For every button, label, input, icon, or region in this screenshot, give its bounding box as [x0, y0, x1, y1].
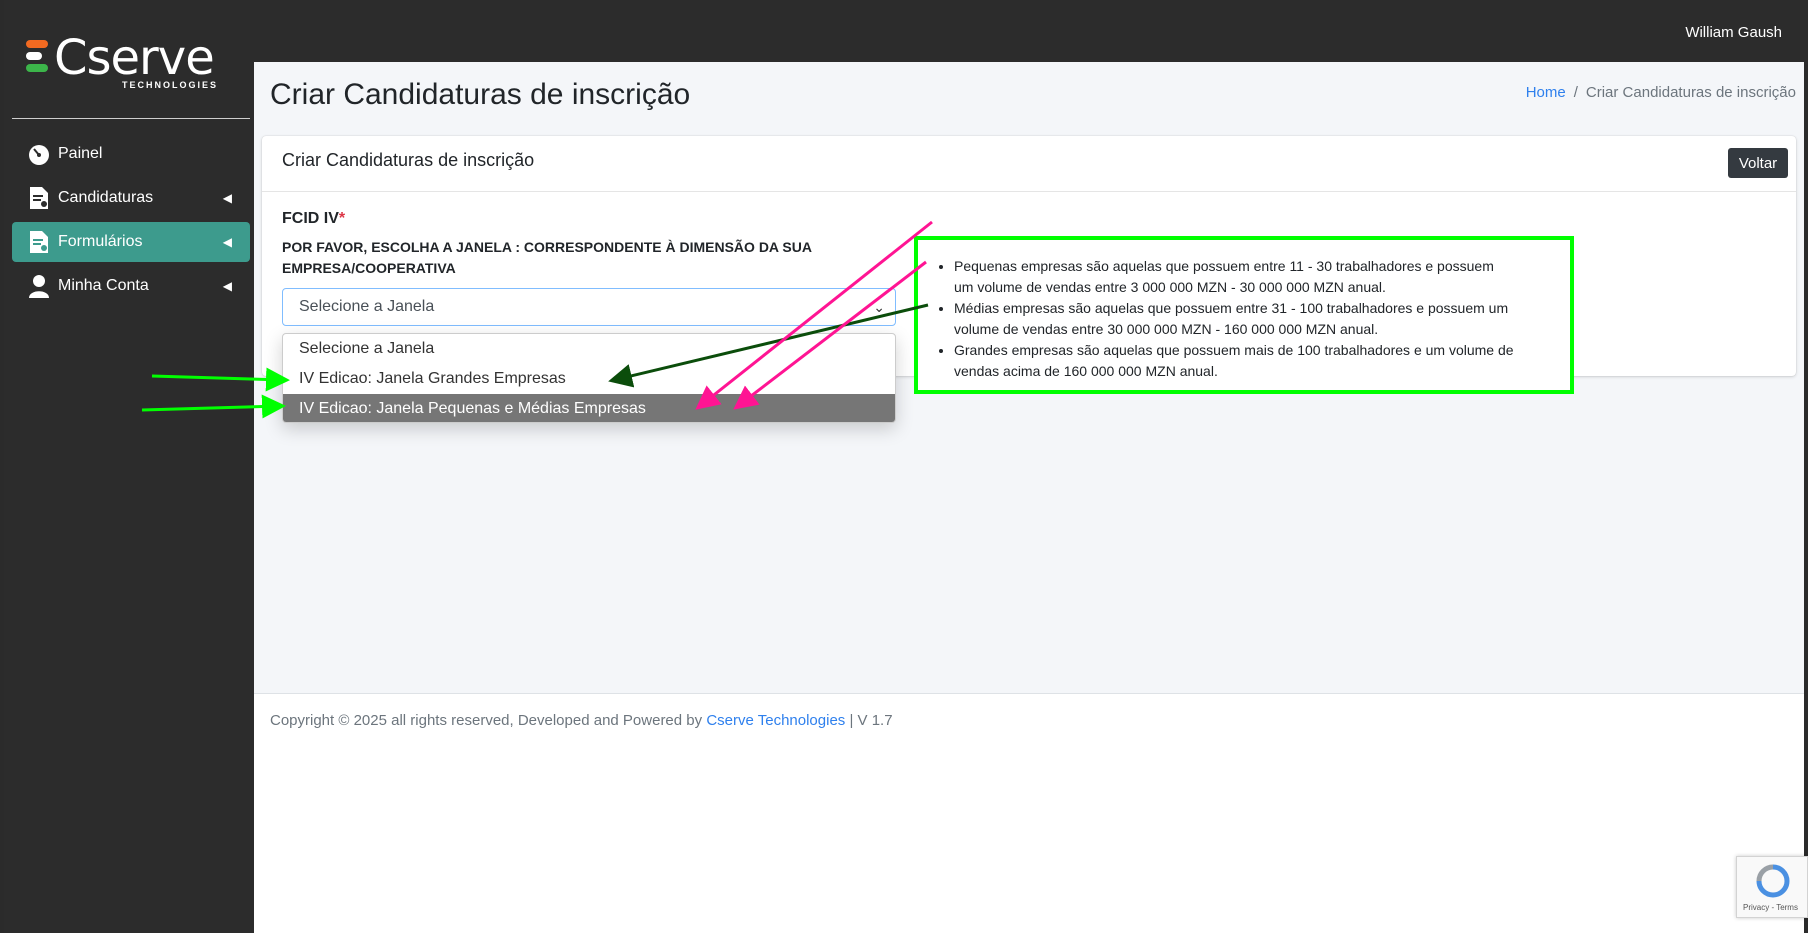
- sidebar-item-label: Formulários: [58, 233, 143, 250]
- brand-logo[interactable]: Cserve TECHNOLOGIES: [22, 30, 222, 96]
- recaptcha-links: Privacy - Terms: [1743, 903, 1798, 912]
- footer: Copyright © 2025 all rights reserved, De…: [254, 693, 1804, 933]
- sidebar-item-label: Candidaturas: [58, 189, 154, 206]
- top-navbar: William Gaush: [254, 0, 1808, 62]
- sidebar-item-label: Minha Conta: [58, 277, 149, 294]
- recaptcha-icon: [1756, 864, 1790, 898]
- footer-prefix: Copyright © 2025 all rights reserved, De…: [270, 712, 703, 729]
- document-user-icon: [28, 230, 50, 254]
- recaptcha-badge[interactable]: Privacy - Terms: [1736, 856, 1808, 918]
- select-value: Selecione a Janela: [299, 298, 435, 315]
- logo-bars: [26, 40, 52, 80]
- breadcrumb-current: Criar Candidaturas de inscrição: [1585, 84, 1796, 101]
- logo-subtext: TECHNOLOGIES: [122, 80, 219, 90]
- breadcrumb: Home / Criar Candidaturas de inscrição: [1526, 84, 1796, 101]
- dropdown-option-highlighted[interactable]: IV Edicao: Janela Pequenas e Médias Empr…: [283, 394, 895, 422]
- footer-text: Copyright © 2025 all rights reserved, De…: [270, 712, 893, 729]
- sidebar-item-formularios[interactable]: Formulários ◀: [12, 222, 250, 262]
- window-select[interactable]: Selecione a Janela ⌄: [282, 288, 896, 326]
- user-icon: [28, 274, 50, 298]
- sidebar: Cserve TECHNOLOGIES Painel Candidaturas …: [4, 0, 254, 933]
- select-dropdown: Selecione a Janela IV Edicao: Janela Gra…: [282, 333, 896, 423]
- info-highlight-box: Pequenas empresas são aquelas que possue…: [914, 236, 1574, 394]
- footer-brand-link[interactable]: Cserve Technologies: [706, 712, 845, 729]
- user-menu[interactable]: William Gaush: [1685, 24, 1782, 41]
- breadcrumb-separator: /: [1573, 84, 1578, 101]
- sidebar-divider: [12, 118, 250, 119]
- info-item: Médias empresas são aquelas que possuem …: [954, 298, 1514, 340]
- sidebar-item-minha-conta[interactable]: Minha Conta ◀: [12, 266, 250, 306]
- info-item: Grandes empresas são aquelas que possuem…: [954, 340, 1514, 382]
- chevron-down-icon: ⌄: [873, 299, 885, 315]
- chevron-left-icon: ◀: [222, 235, 232, 249]
- speedometer-icon: [28, 142, 50, 166]
- sidebar-item-label: Painel: [58, 145, 103, 162]
- card-title: Criar Candidaturas de inscrição: [282, 150, 535, 170]
- card-header: Criar Candidaturas de inscrição Voltar: [262, 136, 1796, 192]
- required-mark: *: [338, 210, 346, 227]
- breadcrumb-home-link[interactable]: Home: [1526, 84, 1566, 101]
- chevron-left-icon: ◀: [222, 279, 232, 293]
- sidebar-item-candidaturas[interactable]: Candidaturas ◀: [12, 178, 250, 218]
- field-label-text: FCID IV: [282, 210, 339, 227]
- footer-version: | V 1.7: [849, 712, 893, 729]
- logo-text: Cserve: [54, 30, 215, 86]
- info-list: Pequenas empresas são aquelas que possue…: [954, 256, 1514, 382]
- instruction-text: POR FAVOR, ESCOLHA A JANELA : CORRESPOND…: [282, 239, 812, 276]
- back-button[interactable]: Voltar: [1728, 148, 1788, 178]
- chevron-left-icon: ◀: [222, 191, 232, 205]
- dropdown-option[interactable]: Selecione a Janela: [283, 334, 895, 364]
- document-user-icon: [28, 186, 50, 210]
- dropdown-option[interactable]: IV Edicao: Janela Grandes Empresas: [283, 364, 895, 394]
- page-title: Criar Candidaturas de inscrição: [270, 78, 691, 111]
- field-label: FCID IV*: [282, 210, 345, 228]
- sidebar-nav: Painel Candidaturas ◀ Formulários ◀ Minh…: [12, 134, 250, 310]
- info-item: Pequenas empresas são aquelas que possue…: [954, 256, 1514, 298]
- sidebar-item-painel[interactable]: Painel: [12, 134, 250, 174]
